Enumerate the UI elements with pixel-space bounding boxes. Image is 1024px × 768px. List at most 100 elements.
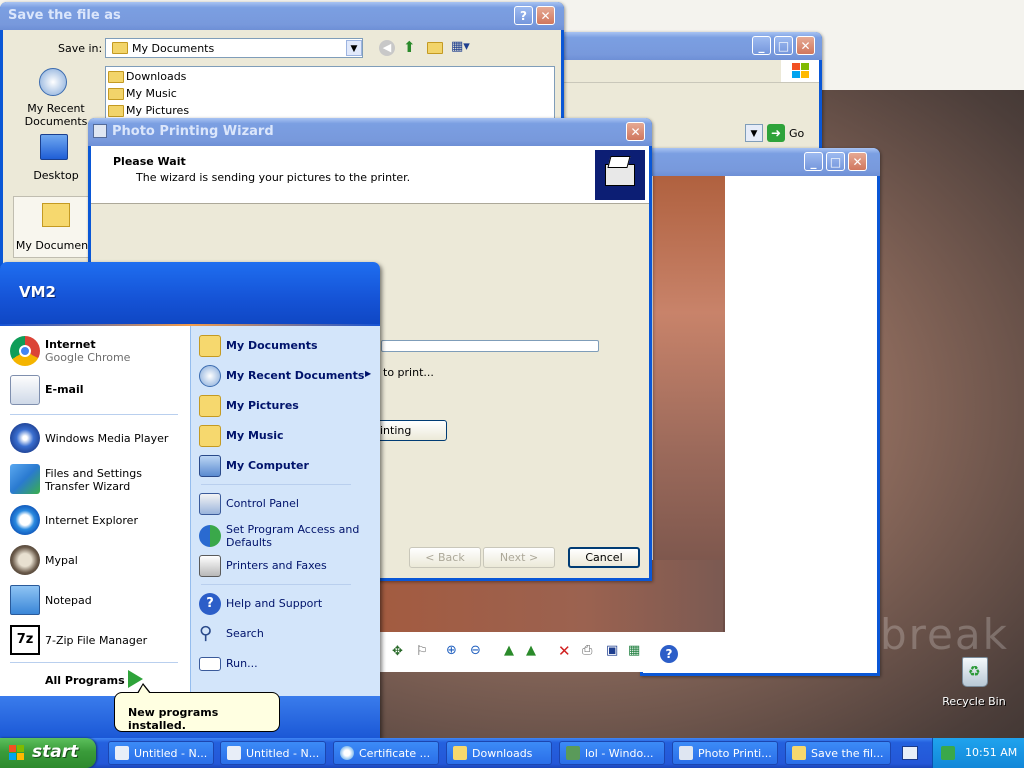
clock[interactable]: 10:51 AM [965, 746, 1017, 759]
views-menu-icon[interactable]: ▦▾ [451, 39, 470, 54]
right-item-control-panel[interactable]: Control Panel [199, 491, 374, 517]
ie-icon [10, 505, 40, 535]
recycle-bin[interactable]: ♻ Recycle Bin [942, 655, 1006, 708]
network-icon[interactable] [941, 746, 955, 760]
save-in-select[interactable]: My Documents ▼ [105, 38, 363, 58]
print-icon[interactable]: ⎙ [582, 643, 592, 658]
place-recent[interactable]: My Recent Documents [13, 64, 93, 128]
slideshow-icon[interactable]: ⚐ [416, 644, 428, 659]
save-in-label: Save in: [58, 42, 103, 55]
mypal-icon [10, 545, 40, 575]
right-item-help[interactable]: ? Help and Support [199, 591, 374, 617]
recent-program[interactable]: Windows Media Player [8, 421, 186, 455]
pinned-label: E-mail [45, 383, 84, 396]
file-item[interactable]: My Music [108, 87, 177, 100]
windows-logo-icon [781, 60, 819, 82]
system-tray: 10:51 AM [932, 738, 1024, 768]
rotate-cw-icon[interactable]: ▲ [504, 643, 514, 658]
up-folder-icon[interactable]: ⬆ [403, 38, 416, 56]
separator [10, 662, 178, 663]
close-button[interactable]: ✕ [796, 36, 815, 55]
recent-program[interactable]: Internet Explorer [8, 503, 186, 537]
media-player-icon [10, 423, 40, 453]
printer-icon [679, 746, 693, 760]
right-item-program-access[interactable]: Set Program Access and Defaults [199, 521, 374, 551]
transfer-wizard-icon [10, 464, 40, 494]
taskbar-button[interactable]: lol - Windo... [559, 741, 665, 765]
address-dropdown[interactable]: ▼ [745, 124, 763, 142]
back-icon[interactable]: ◀ [379, 40, 395, 56]
zoom-out-icon[interactable]: ⊖ [470, 643, 481, 658]
next-button[interactable]: Next > [483, 547, 555, 568]
cancel-button[interactable]: Cancel [568, 547, 640, 568]
right-item-recent-documents[interactable]: My Recent Documents ▶ [199, 363, 374, 389]
browser-titlebar[interactable]: _ □ ✕ [560, 32, 822, 60]
save-icon[interactable]: ▣ [606, 643, 618, 658]
maximize-button[interactable]: □ [826, 152, 845, 171]
go-arrow-icon[interactable]: ➜ [767, 124, 785, 142]
taskbar: start Untitled - N... Untitled - N... Ce… [0, 738, 1024, 768]
recent-docs-icon [39, 68, 67, 96]
chevron-down-icon[interactable]: ▼ [346, 40, 362, 56]
start-menu[interactable]: VM2 Internet Google Chrome E-mail Window… [0, 262, 380, 738]
new-folder-icon[interactable] [427, 41, 445, 54]
right-item-my-documents[interactable]: My Documents [199, 333, 374, 359]
start-button[interactable]: start [0, 738, 96, 768]
file-item[interactable]: My Pictures [108, 104, 189, 117]
minimize-button[interactable]: _ [752, 36, 771, 55]
all-programs-button[interactable]: All Programs [30, 669, 180, 693]
ie-icon [340, 746, 354, 760]
notepad-icon [115, 746, 129, 760]
close-button[interactable]: ✕ [536, 6, 555, 25]
photo-viewer-titlebar[interactable]: _ □ ✕ [640, 148, 880, 176]
go-label[interactable]: Go [789, 127, 804, 140]
recycle-bin-icon: ♻ [962, 657, 988, 687]
back-button[interactable]: < Back [409, 547, 481, 568]
minimize-button[interactable]: _ [804, 152, 823, 171]
rotate-ccw-icon[interactable]: ▲ [526, 643, 536, 658]
pinned-email[interactable]: E-mail [8, 373, 186, 407]
delete-icon[interactable]: ✕ [558, 642, 571, 660]
program-access-icon [199, 525, 221, 547]
keyboard-icon[interactable] [902, 746, 918, 760]
help-icon[interactable]: ? [660, 645, 678, 663]
edit-icon[interactable]: ▦ [628, 643, 640, 658]
right-item-my-computer[interactable]: My Computer [199, 453, 374, 479]
zoom-in-icon[interactable]: ⊕ [446, 643, 457, 658]
pinned-internet[interactable]: Internet Google Chrome [8, 334, 186, 368]
taskbar-button[interactable]: Save the fil... [785, 741, 891, 765]
right-item-printers[interactable]: Printers and Faxes [199, 553, 374, 579]
chrome-icon [10, 336, 40, 366]
close-button[interactable]: ✕ [626, 122, 645, 141]
file-item[interactable]: Downloads [108, 70, 186, 83]
folder-icon [108, 88, 124, 100]
recent-program[interactable]: Notepad [8, 583, 186, 617]
email-icon [10, 375, 40, 405]
wizard-titlebar[interactable]: Photo Printing Wizard ✕ [88, 118, 652, 146]
right-item-my-pictures[interactable]: My Pictures [199, 393, 374, 419]
place-my-documents[interactable]: My Documents [13, 196, 98, 258]
recent-program[interactable]: Files and Settings Transfer Wizard [8, 462, 186, 496]
right-item-my-music[interactable]: My Music [199, 423, 374, 449]
fit-icon[interactable]: ✥ [392, 644, 403, 659]
place-desktop[interactable]: Desktop [13, 134, 93, 184]
taskbar-button[interactable]: Photo Printi... [672, 741, 778, 765]
taskbar-button[interactable]: Downloads [446, 741, 552, 765]
save-dialog-titlebar[interactable]: Save the file as ? ✕ [0, 2, 564, 30]
taskbar-button[interactable]: Certificate ... [333, 741, 439, 765]
recent-program[interactable]: 7z 7-Zip File Manager [8, 623, 186, 657]
help-button[interactable]: ? [514, 6, 533, 25]
printer-wizard-icon [595, 150, 645, 200]
maximize-button[interactable]: □ [774, 36, 793, 55]
recent-program[interactable]: Mypal [8, 543, 186, 577]
taskbar-button[interactable]: Untitled - N... [108, 741, 214, 765]
notification-balloon[interactable]: New programs installed. [114, 683, 280, 732]
computer-icon [199, 455, 221, 477]
folder-icon [108, 105, 124, 117]
right-item-search[interactable]: ⚲ Search [199, 621, 374, 647]
submenu-arrow-icon: ▶ [365, 369, 372, 378]
wizard-subheading: The wizard is sending your pictures to t… [136, 171, 411, 184]
close-button[interactable]: ✕ [848, 152, 867, 171]
taskbar-button[interactable]: Untitled - N... [220, 741, 326, 765]
right-item-run[interactable]: Run... [199, 651, 374, 677]
